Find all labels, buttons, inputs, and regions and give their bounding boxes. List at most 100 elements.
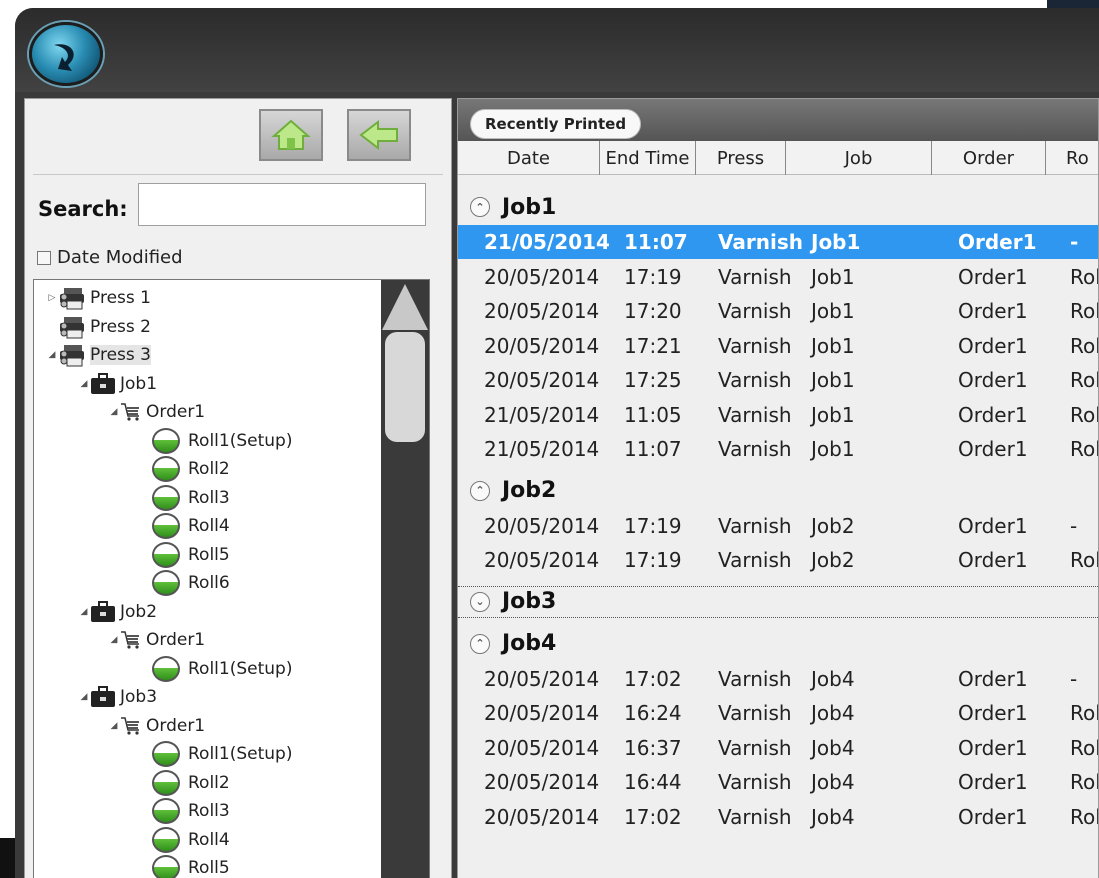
table-row[interactable]: 20/05/2014 17:19 Varnish Job2 Order1 - [458, 509, 1098, 543]
group-header-job4[interactable]: ⌃ Job4 [458, 628, 1098, 660]
cell-roll: - [1070, 666, 1078, 691]
cell-order: Order1 [958, 770, 1028, 794]
table-row[interactable]: 20/05/2014 17:19 Varnish Job1 Order1 Rol [458, 260, 1098, 294]
table-row[interactable]: 20/05/2014 17:02 Varnish Job4 Order1 Rol [458, 800, 1098, 834]
cell-date: 20/05/2014 [484, 264, 600, 289]
table-row[interactable]: 20/05/2014 17:21 Varnish Job1 Order1 Rol [458, 329, 1098, 363]
tree-item-job[interactable]: ◢ Job3 [78, 683, 157, 711]
table-row[interactable]: 20/05/2014 16:24 Varnish Job4 Order1 Rol [458, 696, 1098, 730]
tree-item-roll[interactable]: Roll5 [152, 541, 230, 569]
tree-item-order[interactable]: ◢ Order1 [108, 712, 206, 740]
tree-item-roll[interactable]: Roll1(Setup) [152, 655, 292, 683]
cell-roll: Rol [1070, 437, 1098, 461]
expand-group-icon[interactable]: ⌄ [470, 591, 490, 612]
table-row[interactable]: 20/05/2014 16:44 Varnish Job4 Order1 Rol [458, 765, 1098, 799]
cell-press: Varnish [718, 701, 792, 725]
back-button[interactable] [347, 109, 411, 161]
collapse-group-icon[interactable]: ⌃ [470, 480, 490, 501]
cell-time: 17:21 [624, 333, 682, 358]
table-row[interactable]: 21/05/2014 11:07 Varnish Job1 Order1 Rol [458, 432, 1098, 466]
column-header[interactable]: Press [696, 141, 786, 175]
tree-item-roll[interactable]: Roll4 [152, 826, 230, 854]
table-row[interactable]: 20/05/2014 17:02 Varnish Job4 Order1 - [458, 662, 1098, 696]
collapse-group-icon[interactable]: ⌃ [470, 633, 490, 654]
column-header[interactable]: Ro [1046, 141, 1099, 175]
tree-item-roll[interactable]: Roll1(Setup) [152, 427, 292, 455]
group-header-job3[interactable]: ⌄ Job3 [458, 585, 1098, 618]
column-header[interactable]: Date [458, 141, 600, 175]
cell-order: Order1 [958, 333, 1028, 358]
collapse-arrow-icon[interactable]: ◢ [108, 635, 120, 645]
tree-item-order[interactable]: ◢ Order1 [108, 398, 206, 426]
tree-item-roll[interactable]: Roll3 [152, 484, 230, 512]
cell-time: 17:19 [624, 548, 682, 572]
scroll-thumb[interactable] [385, 332, 425, 442]
cell-date: 20/05/2014 [484, 666, 600, 691]
tree-item-label: Press 2 [90, 316, 151, 337]
tab-recently-printed[interactable]: Recently Printed [470, 109, 642, 139]
cell-press: Varnish [718, 230, 803, 254]
tree-item-roll[interactable]: Roll2 [152, 769, 230, 797]
cell-time: 17:19 [624, 513, 682, 538]
collapse-arrow-icon[interactable]: ◢ [78, 607, 90, 617]
column-header[interactable]: Job [786, 141, 932, 175]
cell-roll: Rol [1070, 264, 1098, 289]
table-row[interactable]: 21/05/2014 11:07 Varnish Job1 Order1 - [458, 225, 1098, 259]
collapse-arrow-icon[interactable]: ◢ [78, 692, 90, 702]
tree-item-label: Press 1 [90, 288, 151, 308]
scroll-up-icon[interactable] [382, 284, 428, 330]
expand-arrow-icon[interactable]: ▷ [46, 293, 58, 303]
collapse-arrow-icon[interactable]: ◢ [78, 379, 90, 389]
roll-status-icon [152, 655, 180, 682]
cell-press: Varnish [718, 804, 792, 829]
collapse-arrow-icon[interactable]: ◢ [46, 350, 58, 360]
collapse-group-icon[interactable]: ⌃ [470, 197, 490, 217]
cell-roll: Rol [1070, 804, 1098, 829]
tree-item-press[interactable]: ◢ Press 3 [46, 341, 151, 369]
cell-date: 20/05/2014 [484, 548, 600, 572]
cell-job: Job4 [811, 701, 855, 725]
cell-order: Order1 [958, 437, 1028, 461]
tree-item-label: Roll1(Setup) [188, 430, 293, 451]
tree-item-roll[interactable]: Roll4 [152, 512, 230, 540]
tree-item-label: Order1 [146, 402, 206, 422]
tree-item-job[interactable]: ◢ Job2 [78, 598, 157, 626]
tree-item-job[interactable]: ◢ Job1 [78, 370, 157, 398]
date-modified-label: Date Modified [57, 247, 183, 268]
column-header-row: Date End Time Press Job Order Ro [458, 141, 1098, 175]
tree-item-roll[interactable]: Roll2 [152, 455, 230, 483]
briefcase-icon [90, 372, 116, 395]
date-modified-option[interactable]: Date Modified [37, 247, 183, 268]
table-row[interactable]: 20/05/2014 17:19 Varnish Job2 Order1 Rol [458, 543, 1098, 577]
tree-item-roll[interactable]: Roll6 [152, 569, 230, 597]
table-row[interactable]: 20/05/2014 16:37 Varnish Job4 Order1 Rol [458, 731, 1098, 765]
tree-item-label: Roll3 [188, 487, 230, 508]
tree-item-roll[interactable]: Roll5 [152, 854, 230, 878]
tree-item-roll[interactable]: Roll3 [152, 797, 230, 825]
column-header[interactable]: Order [932, 141, 1046, 175]
cell-press: Varnish [718, 368, 792, 392]
group-header-job2[interactable]: ⌃ Job2 [458, 475, 1098, 507]
collapse-arrow-icon[interactable]: ◢ [108, 721, 120, 731]
search-input[interactable] [138, 183, 426, 226]
collapse-arrow-icon[interactable]: ◢ [108, 407, 120, 417]
navigation-panel: Search: Date Modified ▷ Press 1 Press 2 ◢ Pr… [24, 98, 452, 878]
group-header-job1[interactable]: ⌃ Job1 [458, 191, 1098, 223]
table-row[interactable]: 20/05/2014 17:20 Varnish Job1 Order1 Rol [458, 294, 1098, 328]
cell-time: 11:07 [624, 230, 688, 254]
date-modified-checkbox[interactable] [37, 250, 51, 265]
home-button[interactable] [259, 109, 323, 161]
tree-item-press[interactable]: Press 2 [46, 313, 151, 341]
cell-time: 17:02 [624, 666, 682, 691]
column-header[interactable]: End Time [600, 141, 696, 175]
tree-item-roll[interactable]: Roll1(Setup) [152, 740, 292, 768]
app-logo-icon[interactable] [29, 22, 103, 86]
print-history-panel: Recently Printed Date End Time Press Job Ord… [457, 98, 1099, 878]
table-row[interactable]: 20/05/2014 17:25 Varnish Job1 Order1 Rol [458, 363, 1098, 397]
tree-item-press[interactable]: ▷ Press 1 [46, 284, 151, 312]
tree-scrollbar[interactable] [381, 280, 429, 878]
table-row[interactable]: 21/05/2014 11:05 Varnish Job1 Order1 Rol [458, 398, 1098, 432]
tree-item-order[interactable]: ◢ Order1 [108, 626, 206, 654]
cell-roll: Rol [1070, 701, 1098, 725]
tree-item-label: Job3 [120, 687, 158, 707]
